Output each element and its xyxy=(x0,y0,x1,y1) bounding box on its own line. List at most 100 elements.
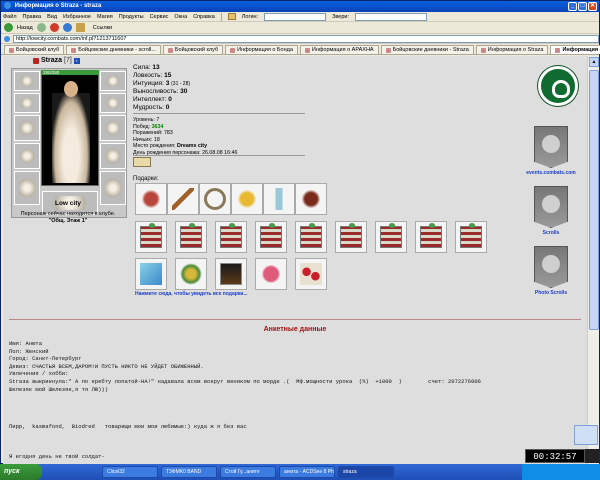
photo-scrolls-link[interactable]: Photo Scrolls xyxy=(521,290,581,296)
menu-windows[interactable]: Окна xyxy=(174,14,187,20)
equip-slot[interactable] xyxy=(100,71,126,91)
gift-rocking-horse-icon[interactable] xyxy=(295,183,327,215)
maximize-button[interactable]: □ xyxy=(578,2,587,11)
facts-divider xyxy=(133,155,305,156)
gift-plant-icon[interactable] xyxy=(175,258,207,290)
gifts-label: Подарки: xyxy=(133,176,159,182)
medal-icon[interactable] xyxy=(133,157,151,167)
tab-favicon-icon xyxy=(385,47,391,53)
gift-box-icon[interactable] xyxy=(415,221,447,253)
browser-window: Информация о Straza - straza _ □ ✕ Файл … xyxy=(0,0,600,464)
taskbar-item[interactable]: Стой Гу...аните xyxy=(220,466,276,478)
stop-icon[interactable] xyxy=(49,23,59,32)
forward-arrow-icon[interactable] xyxy=(36,23,46,32)
profile-city: Город: Санкт-Петербург xyxy=(9,355,82,363)
equip-slot[interactable] xyxy=(14,71,40,91)
login-input[interactable] xyxy=(264,12,327,21)
info-icon[interactable]: i xyxy=(73,57,80,64)
ie-icon xyxy=(4,1,11,9)
gift-box-icon[interactable] xyxy=(255,221,287,253)
equip-slot[interactable] xyxy=(100,93,126,113)
scrolls-banner-icon[interactable] xyxy=(534,186,568,228)
scroll-thumb[interactable] xyxy=(589,70,599,330)
menu-edit[interactable]: Правка xyxy=(23,14,42,20)
tab-4[interactable]: Информация о Бонда xyxy=(225,45,298,54)
tab-6[interactable]: Бойцовские дневники - Straza xyxy=(380,45,474,54)
hp-bar: 280/280 xyxy=(41,70,99,75)
gift-box-icon[interactable] xyxy=(375,221,407,253)
equip-slot[interactable] xyxy=(100,143,126,169)
all-gifts-link[interactable]: Нажмите сюда, чтобы увидеть все подарки.… xyxy=(135,291,248,297)
gift-golden-dragon-icon[interactable] xyxy=(231,183,263,215)
menu-service[interactable]: Сервис xyxy=(150,14,169,20)
beasts-input[interactable] xyxy=(355,12,427,21)
url-input[interactable]: http://lowcity.combats.com/inf.pl?121371… xyxy=(13,34,599,43)
equip-slot[interactable] xyxy=(14,93,40,113)
gift-box-icon[interactable] xyxy=(295,221,327,253)
photo-scrolls-banner-icon[interactable] xyxy=(534,246,568,288)
gift-heart-cake-icon[interactable] xyxy=(255,258,287,290)
tab-favicon-icon xyxy=(304,47,310,53)
menu-products[interactable]: Продукты xyxy=(119,14,144,20)
gift-crystal-tower-icon[interactable] xyxy=(263,183,295,215)
minimize-button[interactable]: _ xyxy=(568,2,577,11)
zoom-widget-icon[interactable] xyxy=(574,425,598,445)
gift-card-icon[interactable] xyxy=(135,258,167,290)
system-tray xyxy=(522,464,600,480)
scroll-up-icon[interactable]: ▲ xyxy=(589,57,599,67)
tab-2[interactable]: Бойцовские дневники - scroll... xyxy=(66,45,161,54)
gift-candles-icon[interactable] xyxy=(215,258,247,290)
scrolls-link[interactable]: Scrolls xyxy=(521,230,581,236)
menu-magic[interactable]: Магия xyxy=(97,14,113,20)
back-label[interactable]: Назад xyxy=(17,25,33,31)
tab-strip: Бойцовский клуб Бойцовские дневники - sc… xyxy=(1,44,600,55)
gift-teddy-bear-icon[interactable] xyxy=(135,183,167,215)
gift-roses-icon[interactable] xyxy=(295,258,327,290)
window-title: Информация о Straza - straza xyxy=(14,3,102,9)
title-bar[interactable]: Информация о Straza - straza _ □ ✕ xyxy=(1,1,599,12)
gift-box-icon[interactable] xyxy=(335,221,367,253)
menu-view[interactable]: Вид xyxy=(47,14,57,20)
gift-box-icon[interactable] xyxy=(175,221,207,253)
taskbar: пуск Clicel32 T3ФMK0 BAND Стой Гу...анит… xyxy=(0,464,600,480)
tab-1[interactable]: Бойцовский клуб xyxy=(4,45,65,54)
menu-favorites[interactable]: Избранное xyxy=(63,14,91,20)
tab-3[interactable]: Бойцовский клуб xyxy=(162,45,224,54)
gift-box-icon[interactable] xyxy=(215,221,247,253)
close-button[interactable]: ✕ xyxy=(588,2,597,11)
gift-amulet-icon[interactable] xyxy=(199,183,231,215)
links-label[interactable]: Ссылки xyxy=(93,25,112,31)
profile-closing: Я егодня день не твой солдат- xyxy=(9,452,105,460)
start-button[interactable]: пуск xyxy=(0,464,42,480)
tab-favicon-icon xyxy=(71,47,77,53)
taskbar-item[interactable]: straza xyxy=(338,466,394,478)
back-arrow-icon[interactable] xyxy=(4,23,13,32)
gift-broom-icon[interactable] xyxy=(167,183,199,215)
menu-bar: Файл Правка Вид Избранное Магия Продукты… xyxy=(1,12,599,22)
tab-7[interactable]: Информация о Straza xyxy=(475,45,549,54)
refresh-icon[interactable] xyxy=(62,23,72,32)
tab-8[interactable]: Информация о Straza xyxy=(550,45,600,54)
toolbar-icon[interactable] xyxy=(227,13,236,20)
taskbar-item[interactable]: Clicel32 xyxy=(102,466,158,478)
home-icon[interactable] xyxy=(75,23,85,32)
events-banner-icon[interactable] xyxy=(534,126,568,168)
tab-5[interactable]: Информация о APAXHA xyxy=(299,45,379,54)
gift-box-icon[interactable] xyxy=(135,221,167,253)
equip-slot[interactable] xyxy=(14,143,40,169)
equip-slot[interactable] xyxy=(100,115,126,141)
character-nick: Straza [7] i xyxy=(33,57,80,64)
menu-file[interactable]: Файл xyxy=(3,14,17,20)
city-name: Low city xyxy=(54,200,81,207)
equip-slot[interactable] xyxy=(14,115,40,141)
profile-text: Имя: Анюта Пол: Женский Город: Санкт-Петер… xyxy=(9,340,481,460)
bull-logo-icon[interactable] xyxy=(538,66,578,106)
desktop-clock: 00:32:57 xyxy=(525,449,585,463)
events-link[interactable]: events.combats.com xyxy=(521,170,581,176)
taskbar-item[interactable]: T3ФMK0 BAND xyxy=(161,466,217,478)
vertical-scrollbar[interactable]: ▲ ▼ xyxy=(587,56,599,464)
taskbar-item[interactable]: анюта - ACDSee 8 Ph... xyxy=(279,466,335,478)
menu-help[interactable]: Справка xyxy=(193,14,215,20)
gift-box-icon[interactable] xyxy=(455,221,487,253)
tab-favicon-icon xyxy=(9,47,14,53)
